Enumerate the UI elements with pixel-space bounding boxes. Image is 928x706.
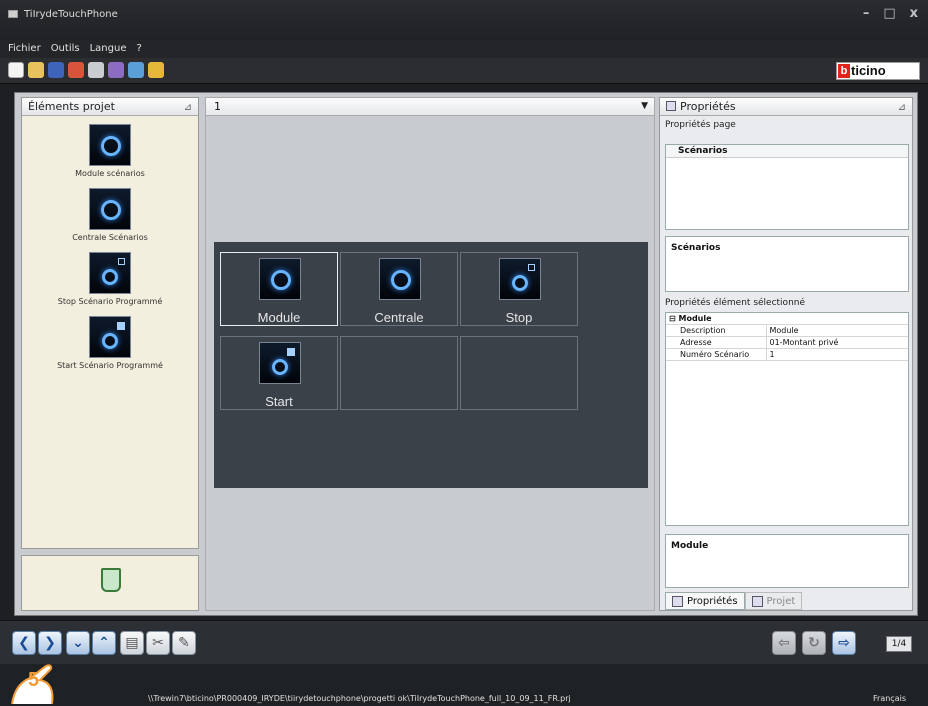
panel-header: Propriétés ⊿ bbox=[660, 98, 912, 116]
cut-button[interactable]: ✂ bbox=[146, 631, 170, 655]
menu-fichier[interactable]: Fichier bbox=[8, 40, 41, 58]
previous-button[interactable]: ❮ bbox=[12, 631, 36, 655]
forward-arrow-button[interactable]: ⇨ bbox=[832, 631, 856, 655]
menu-langue[interactable]: Langue bbox=[90, 40, 127, 58]
close-button[interactable]: x bbox=[910, 6, 918, 21]
panel-tabs: Propriétés Projet bbox=[665, 592, 803, 610]
properties-icon bbox=[666, 101, 676, 111]
selected-properties-label: Propriétés élément sélectionné bbox=[665, 298, 806, 308]
touch-screen-canvas: Module Centrale Stop Start bbox=[214, 242, 648, 488]
scenario-module-icon bbox=[259, 258, 301, 300]
save-icon[interactable] bbox=[48, 62, 64, 78]
copy-button[interactable]: ▤ bbox=[120, 631, 144, 655]
trash-icon[interactable] bbox=[101, 568, 121, 592]
start-scenario-icon bbox=[259, 342, 301, 384]
properties-panel: Propriétés ⊿ Propriétés page Scénarios S… bbox=[659, 97, 913, 611]
page-properties-box: Scénarios bbox=[665, 144, 909, 230]
chevron-down-icon[interactable]: ▼ bbox=[641, 98, 648, 115]
stop-scenario-icon bbox=[89, 252, 131, 294]
open-folder-icon[interactable] bbox=[28, 62, 44, 78]
workspace: Éléments projet ⊿ Module scénarios Centr… bbox=[14, 92, 918, 616]
scenario-central-icon bbox=[89, 188, 131, 230]
element-item[interactable]: Module scénarios bbox=[22, 124, 198, 178]
pin-icon[interactable]: ⊿ bbox=[184, 99, 192, 116]
stop-scenario-icon bbox=[499, 258, 541, 300]
refresh-button[interactable]: ↻ bbox=[802, 631, 826, 655]
back-arrow-button[interactable]: ⇦ bbox=[772, 631, 796, 655]
move-up-button[interactable]: ⌃ bbox=[92, 631, 116, 655]
scenario-central-icon bbox=[379, 258, 421, 300]
tab-properties[interactable]: Propriétés bbox=[665, 592, 745, 610]
navigation-bar: ❮ ❯ ⌄ ⌃ ▤ ✂ ✎ ⇦ ↻ ⇨ 1/4 bbox=[0, 620, 928, 664]
tab-project[interactable]: Projet bbox=[744, 592, 803, 610]
print-icon[interactable] bbox=[88, 62, 104, 78]
project-path: \\Trewin7\bticino\PR000409_IRYDE\tiiryde… bbox=[148, 694, 571, 703]
trash-area[interactable] bbox=[21, 555, 199, 611]
project-icon bbox=[751, 595, 763, 607]
canvas-cell-empty[interactable] bbox=[460, 336, 578, 410]
canvas-cell-empty[interactable] bbox=[340, 336, 458, 410]
send-icon[interactable] bbox=[68, 62, 84, 78]
toolbar: b ticino bbox=[0, 58, 928, 84]
window-controls: – □ x bbox=[863, 6, 918, 21]
element-item[interactable]: Start Scénario Programmé bbox=[22, 316, 198, 370]
page-editor: 1 ▼ Module Centrale Stop Start bbox=[205, 97, 655, 611]
page-indicator: 1/4 bbox=[886, 636, 912, 652]
selected-properties-grid: ⊟ Module Description Module Adresse 01-M… bbox=[665, 312, 909, 526]
description-box: Module bbox=[665, 534, 909, 588]
page-selector[interactable]: 1 ▼ bbox=[206, 98, 654, 116]
element-item[interactable]: Stop Scénario Programmé bbox=[22, 252, 198, 306]
maximize-button[interactable]: □ bbox=[883, 6, 895, 21]
new-file-icon[interactable] bbox=[8, 62, 24, 78]
language-indicator: Français bbox=[873, 694, 906, 703]
palette-icon[interactable] bbox=[148, 62, 164, 78]
property-row[interactable]: Adresse 01-Montant privé bbox=[666, 336, 908, 349]
bticino-logo: b ticino bbox=[836, 62, 920, 80]
canvas-cell[interactable]: Stop bbox=[460, 252, 578, 326]
pin-icon[interactable]: ⊿ bbox=[898, 99, 906, 116]
scenario-module-icon bbox=[89, 124, 131, 166]
scenarios-box: Scénarios bbox=[665, 236, 909, 292]
minimize-button[interactable]: – bbox=[863, 6, 870, 21]
status-bar: \\Trewin7\bticino\PR000409_IRYDE\tiiryde… bbox=[0, 664, 928, 706]
move-down-button[interactable]: ⌄ bbox=[66, 631, 90, 655]
paint-button[interactable]: ✎ bbox=[172, 631, 196, 655]
next-button[interactable]: ❯ bbox=[38, 631, 62, 655]
property-row[interactable]: Description Module bbox=[666, 324, 908, 337]
tools-icon[interactable] bbox=[108, 62, 124, 78]
menu-bar: Fichier Outils Langue ? bbox=[0, 40, 928, 58]
property-row[interactable]: Numéro Scénario 1 bbox=[666, 348, 908, 361]
panel-header: Éléments projet ⊿ bbox=[22, 98, 198, 116]
properties-icon bbox=[672, 595, 683, 607]
menu-outils[interactable]: Outils bbox=[51, 40, 80, 58]
menu-help[interactable]: ? bbox=[136, 40, 141, 58]
project-elements-panel: Éléments projet ⊿ Module scénarios Centr… bbox=[21, 97, 199, 549]
settings-icon[interactable] bbox=[128, 62, 144, 78]
page-properties-label: Propriétés page bbox=[665, 120, 736, 130]
app-window: TiIrydeTouchPhone – □ x Fichier Outils L… bbox=[0, 0, 928, 706]
canvas-cell[interactable]: Centrale bbox=[340, 252, 458, 326]
start-scenario-icon bbox=[89, 316, 131, 358]
app-icon bbox=[8, 10, 18, 18]
title-bar: TiIrydeTouchPhone – □ x bbox=[0, 0, 928, 40]
window-title: TiIrydeTouchPhone bbox=[24, 9, 118, 20]
element-item[interactable]: Centrale Scénarios bbox=[22, 188, 198, 242]
canvas-cell[interactable]: Module bbox=[220, 252, 338, 326]
canvas-cell[interactable]: Start bbox=[220, 336, 338, 410]
step-callout: 5 bbox=[6, 660, 62, 706]
